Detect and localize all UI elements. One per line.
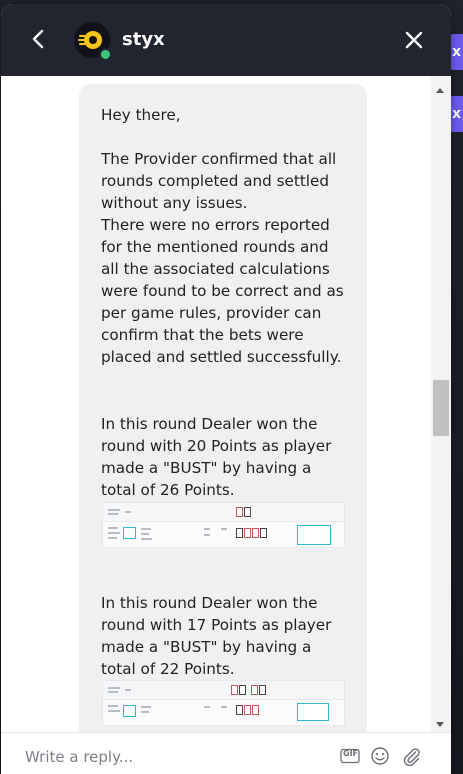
message-list[interactable]: Hey there, The Provider confirmed that a… — [1, 76, 451, 732]
background-close-tab-2: x — [449, 96, 463, 132]
scroll-up-arrow-icon[interactable] — [436, 88, 444, 93]
reply-composer: GIF — [1, 732, 451, 774]
reply-input[interactable] — [23, 745, 317, 769]
close-button[interactable] — [402, 28, 426, 52]
emoji-button[interactable] — [370, 746, 390, 766]
agent-name: styx — [122, 29, 165, 50]
smiley-icon — [371, 747, 389, 765]
message-paragraph-round-2: In this round Dealer won the round with … — [101, 594, 332, 678]
chat-header: styx — [1, 4, 451, 76]
round-2-screenshot[interactable] — [102, 680, 345, 726]
round-1-screenshot[interactable] — [102, 502, 345, 548]
chat-widget: styx Hey there, The Provider confirmed t… — [1, 4, 451, 774]
scrollbar-thumb[interactable] — [433, 380, 449, 436]
attach-button[interactable] — [401, 746, 421, 766]
message-paragraph-summary: Hey there, The Provider confirmed that a… — [101, 106, 344, 366]
online-status-dot — [99, 48, 112, 61]
close-icon — [405, 31, 423, 49]
chevron-left-icon — [32, 29, 44, 49]
paperclip-icon — [403, 748, 420, 766]
background-close-tab: x — [449, 34, 463, 70]
gif-button[interactable]: GIF — [340, 746, 360, 766]
scroll-down-arrow-icon[interactable] — [436, 722, 444, 727]
back-button[interactable] — [25, 26, 51, 52]
message-paragraph-round-1: In this round Dealer won the round with … — [101, 415, 332, 499]
gif-label: GIF — [343, 749, 359, 758]
